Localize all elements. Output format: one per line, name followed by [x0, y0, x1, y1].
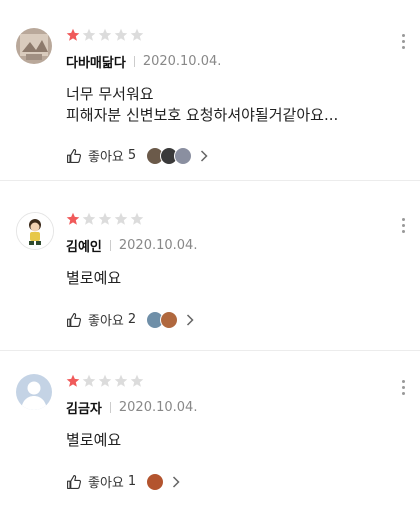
- like-count: 1: [127, 474, 137, 489]
- more-options-icon[interactable]: [402, 380, 406, 396]
- star-rating: [66, 28, 144, 42]
- like-label: 좋아요: [88, 476, 124, 491]
- thumbs-up-icon: [67, 474, 82, 489]
- star-empty-icon: [130, 374, 144, 387]
- author-name[interactable]: 김예인: [66, 236, 102, 255]
- star-empty-icon: [82, 374, 96, 387]
- divider: [109, 402, 111, 413]
- star-empty-icon: [98, 28, 112, 41]
- review-text: 별로예요: [66, 269, 122, 287]
- thumbs-up-icon: [67, 312, 82, 327]
- more-options-icon[interactable]: [402, 34, 406, 50]
- star-empty-icon: [114, 374, 128, 387]
- author-name[interactable]: 김금자: [66, 398, 102, 417]
- chevron-right-icon[interactable]: [186, 313, 194, 326]
- avatar[interactable]: [16, 212, 54, 250]
- star-rating: [66, 212, 144, 226]
- star-filled-icon: [66, 28, 80, 41]
- like-count: 5: [127, 148, 137, 163]
- star-empty-icon: [82, 28, 96, 41]
- star-filled-icon: [66, 212, 80, 225]
- star-empty-icon: [98, 374, 112, 387]
- liker-avatars[interactable]: [146, 472, 165, 491]
- star-empty-icon: [98, 212, 112, 225]
- author-name[interactable]: 다바매닮다: [66, 52, 126, 71]
- chevron-right-icon[interactable]: [172, 475, 180, 488]
- star-empty-icon: [114, 28, 128, 41]
- divider: [133, 56, 135, 67]
- chevron-right-icon[interactable]: [200, 149, 208, 162]
- review-text: 너무 무서워요 피해자분 신변보호 요청하셔야될거같아요...: [66, 85, 339, 124]
- like-count: 2: [127, 312, 137, 327]
- review-meta: 김예인 2020.10.04.: [66, 236, 197, 255]
- like-label: 좋아요: [88, 150, 124, 165]
- thumbs-up-icon: [67, 148, 82, 163]
- star-empty-icon: [82, 212, 96, 225]
- review-meta: 다바매닮다 2020.10.04.: [66, 52, 221, 71]
- liker-avatar: [174, 146, 193, 165]
- star-filled-icon: [66, 374, 80, 387]
- avatar[interactable]: [16, 28, 52, 64]
- avatar[interactable]: [16, 374, 52, 410]
- review-card: 김금자 2020.10.04. 별로예요 좋아요 1: [0, 350, 420, 520]
- review-meta: 김금자 2020.10.04.: [66, 398, 197, 417]
- divider: [109, 240, 111, 251]
- like-label: 좋아요: [88, 314, 124, 329]
- review-text: 별로예요: [66, 431, 122, 449]
- like-button[interactable]: 좋아요 1: [66, 472, 180, 491]
- more-options-icon[interactable]: [402, 218, 406, 234]
- liker-avatar: [160, 310, 179, 329]
- star-empty-icon: [130, 28, 144, 41]
- liker-avatars[interactable]: [146, 310, 179, 329]
- review-date: 2020.10.04.: [142, 54, 222, 69]
- like-button[interactable]: 좋아요 5: [66, 146, 208, 165]
- review-card: 다바매닮다 2020.10.04. 너무 무서워요 피해자분 신변보호 요청하셔…: [0, 0, 420, 181]
- review-date: 2020.10.04.: [118, 238, 198, 253]
- liker-avatar: [146, 472, 165, 491]
- like-button[interactable]: 좋아요 2: [66, 310, 194, 329]
- star-empty-icon: [130, 212, 144, 225]
- review-date: 2020.10.04.: [118, 400, 198, 415]
- review-card: 김예인 2020.10.04. 별로예요 좋아요 2: [0, 180, 420, 351]
- star-rating: [66, 374, 144, 388]
- star-empty-icon: [114, 212, 128, 225]
- liker-avatars[interactable]: [146, 146, 193, 165]
